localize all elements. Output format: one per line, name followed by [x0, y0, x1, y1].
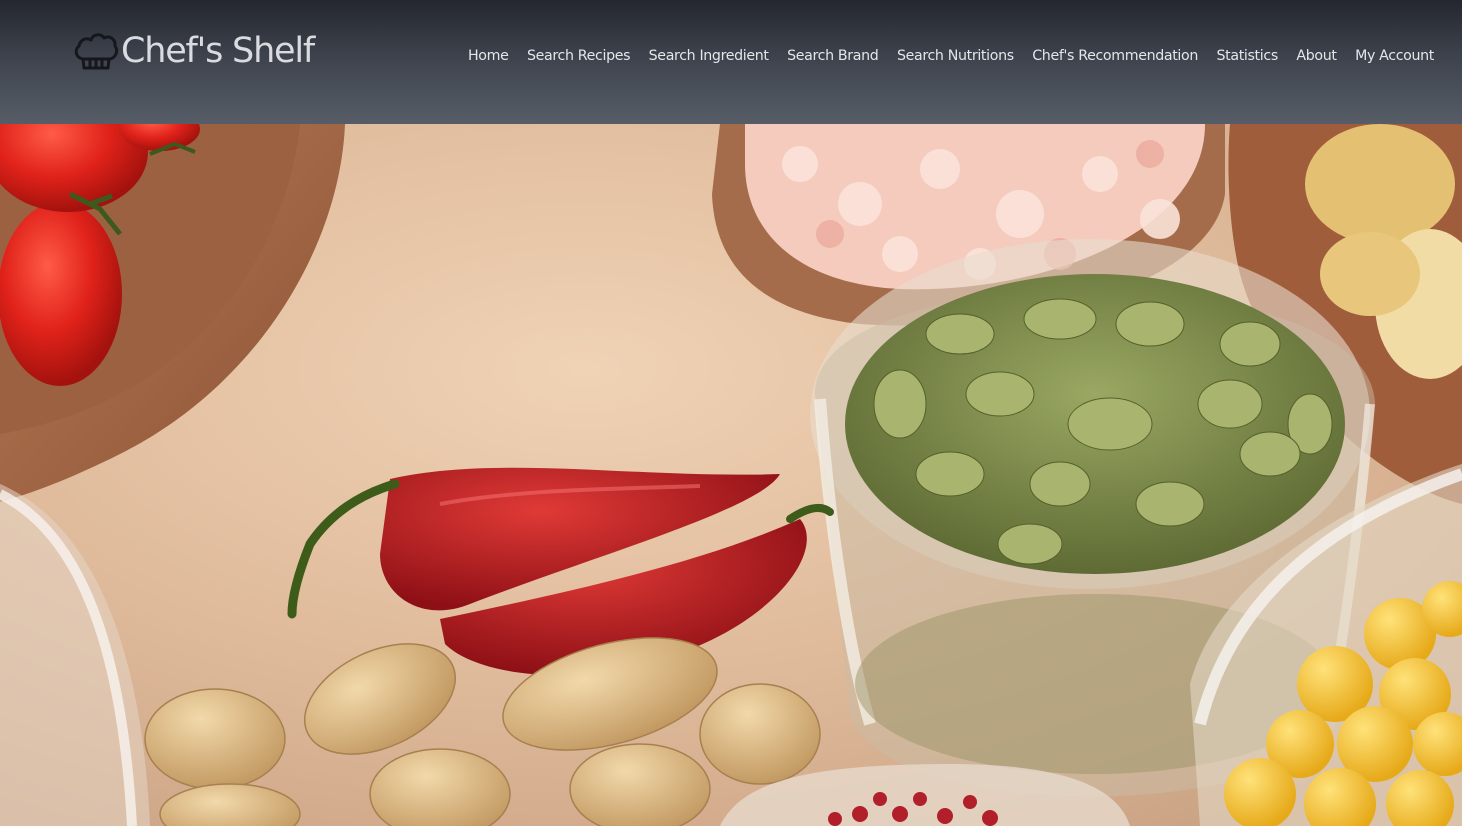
nav-search-nutritions[interactable]: Search Nutritions — [897, 44, 1014, 68]
nav-search-brand[interactable]: Search Brand — [787, 44, 879, 68]
main-nav: Home Search Recipes Search Ingredient Se… — [468, 44, 1434, 68]
nav-about[interactable]: About — [1296, 44, 1337, 68]
chef-hat-icon — [74, 33, 119, 70]
top-navbar: Chef's Shelf Home Search Recipes Search … — [0, 0, 1462, 124]
nav-chefs-recommendation[interactable]: Chef's Recommendation — [1032, 44, 1198, 68]
nav-search-recipes[interactable]: Search Recipes — [527, 44, 631, 68]
brand-logo[interactable]: Chef's Shelf — [72, 28, 315, 74]
nav-my-account[interactable]: My Account — [1355, 44, 1434, 68]
ingredients-photo — [0, 124, 1462, 826]
nav-search-ingredient[interactable]: Search Ingredient — [649, 44, 769, 68]
brand-name: Chef's Shelf — [121, 31, 315, 71]
hero-food-image — [0, 124, 1462, 826]
nav-home[interactable]: Home — [468, 44, 509, 68]
nav-statistics[interactable]: Statistics — [1217, 44, 1279, 68]
